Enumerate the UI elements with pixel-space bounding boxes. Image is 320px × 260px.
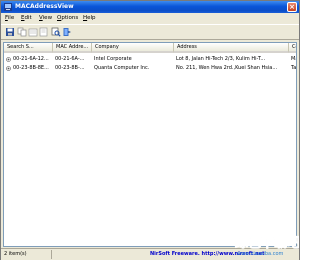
item-count: 2 item(s)	[4, 251, 27, 257]
cell-country: Mal	[291, 56, 296, 62]
menu-file[interactable]: File	[5, 15, 14, 22]
list-header: Search S... MAC Addre... Company Address…	[4, 43, 296, 54]
watermark-text: 绿色下载吧	[235, 235, 299, 251]
column-country[interactable]: Cou	[289, 43, 296, 53]
menu-options[interactable]: Options	[57, 15, 78, 22]
column-search-string[interactable]: Search S...	[4, 43, 53, 53]
status-divider	[51, 250, 52, 259]
column-company[interactable]: Company	[92, 43, 174, 53]
cell-address: Lot 8, Jalan Hi-Tech 2/3, Kulim Hi-T...	[176, 56, 266, 62]
cell-search-string: 00-23-8B-8E...	[13, 65, 49, 71]
table-row[interactable]: 00-21-6A-12... 00-21-6A-... Intel Corpor…	[4, 55, 296, 64]
save-icon[interactable]	[5, 27, 15, 37]
cell-search-string: 00-21-6A-12...	[13, 56, 49, 62]
watermark-url: www.xiazaiba.com	[237, 251, 284, 257]
menu-bar: File Edit View Options Help	[1, 13, 299, 23]
cell-company: Intel Corporate	[94, 56, 132, 62]
menu-view[interactable]: View	[39, 15, 52, 22]
cell-mac-address: 00-21-6A-...	[55, 56, 85, 62]
window-title: MACAddressView	[15, 3, 74, 10]
menu-help[interactable]: Help	[83, 15, 96, 22]
exit-icon[interactable]	[62, 27, 72, 37]
cell-mac-address: 00-23-8B-...	[55, 65, 85, 71]
column-address[interactable]: Address	[174, 43, 289, 53]
table-row[interactable]: 00-23-8B-8E... 00-23-8B-... Quanta Compu…	[4, 64, 296, 73]
mac-address-list[interactable]: Search S... MAC Addre... Company Address…	[3, 42, 297, 247]
find-icon[interactable]	[51, 27, 61, 37]
menu-edit[interactable]: Edit	[21, 15, 32, 22]
export-icon[interactable]	[28, 27, 38, 37]
close-button[interactable]: ×	[287, 2, 297, 12]
properties-icon[interactable]	[39, 27, 49, 37]
app-window: MACAddressView × File Edit View Options …	[0, 0, 300, 260]
column-mac-address[interactable]: MAC Addre...	[53, 43, 92, 53]
cell-address: No. 211, Wen Hwa 2rd.,Kuei Shan Hsia...	[176, 65, 278, 71]
copy-icon[interactable]	[17, 27, 27, 37]
cell-country: Tai	[291, 65, 297, 71]
app-icon	[4, 3, 12, 11]
cell-company: Quanta Computer Inc.	[94, 65, 150, 71]
title-bar[interactable]: MACAddressView ×	[1, 1, 299, 13]
toolbar	[1, 24, 299, 40]
